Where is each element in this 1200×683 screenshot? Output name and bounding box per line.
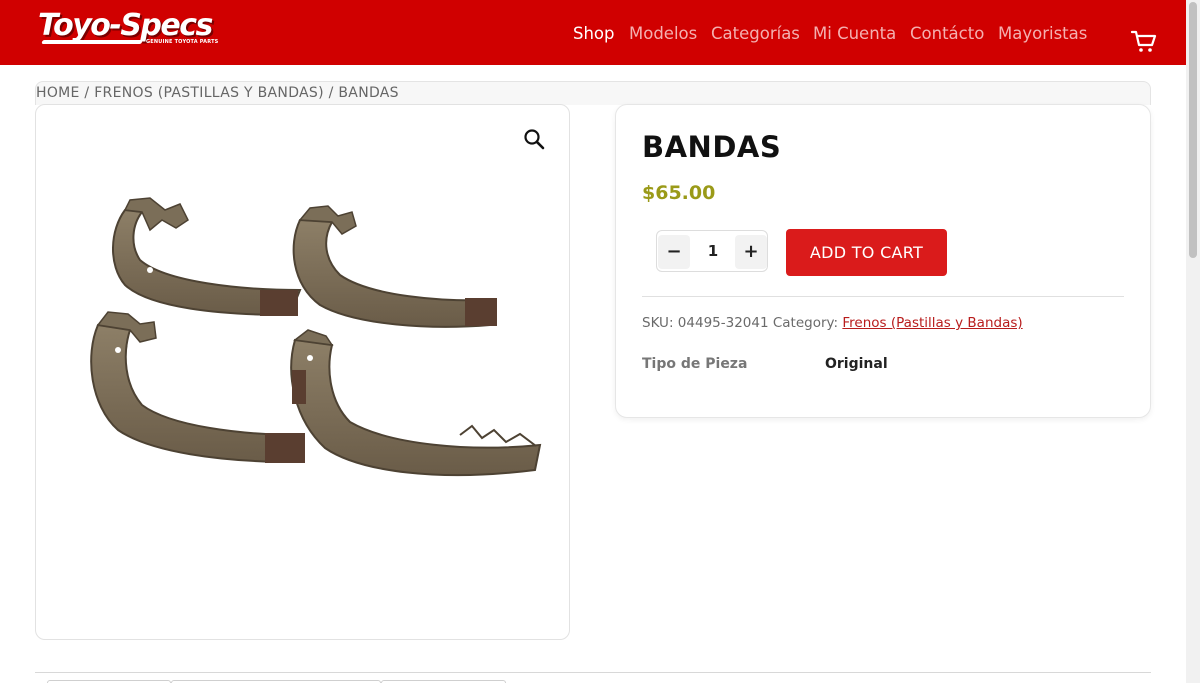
breadcrumb-current: BANDAS: [338, 85, 399, 101]
nav-item-modelos[interactable]: Modelos: [629, 24, 697, 43]
breadcrumb: HOME / FRENOS (PASTILLAS Y BANDAS) / BAN…: [36, 85, 399, 101]
summary-divider: [642, 296, 1124, 297]
quantity-increase-button[interactable]: +: [735, 235, 767, 269]
brake-shoe: [292, 205, 497, 328]
breadcrumb-separator: /: [323, 85, 339, 101]
breadcrumb-category[interactable]: FRENOS (PASTILLAS Y BANDAS): [94, 85, 324, 101]
quantity-stepper: − +: [656, 230, 768, 272]
brake-shoe: [112, 197, 302, 317]
page-scrollbar[interactable]: [1186, 0, 1200, 683]
brake-shoe: [290, 329, 542, 477]
logo-tagline: GENUINE TOYOTA PARTS: [146, 39, 219, 45]
breadcrumb-home[interactable]: HOME: [36, 85, 80, 101]
nav-item-shop[interactable]: Shop: [573, 24, 615, 43]
tabs-divider: [35, 672, 1151, 673]
site-header: Toyo-Specs GENUINE TOYOTA PARTS Shop Mod…: [0, 0, 1186, 65]
category-link[interactable]: Frenos (Pastillas y Bandas): [842, 315, 1022, 331]
logo-swoosh: [41, 40, 143, 44]
nav-item-mayoristas[interactable]: Mayoristas: [998, 24, 1087, 43]
nav-item-categorias[interactable]: Categorías: [711, 24, 800, 43]
nav-item-mi-cuenta[interactable]: Mi Cuenta: [813, 24, 896, 43]
quantity-input[interactable]: [691, 231, 735, 271]
logo-text: Toyo-Specs: [38, 8, 213, 43]
nav-item-contacto[interactable]: Contácto: [910, 24, 984, 43]
brake-shoes-image[interactable]: [70, 190, 550, 510]
magnifier-icon[interactable]: [523, 128, 545, 150]
product-meta: SKU: 04495-32041 Category: Frenos (Pasti…: [642, 315, 1023, 331]
add-to-cart-button[interactable]: ADD TO CART: [786, 229, 947, 276]
product-price: $65.00: [642, 182, 716, 204]
scrollbar-thumb[interactable]: [1189, 2, 1197, 258]
quantity-decrease-button[interactable]: −: [658, 235, 690, 269]
product-title: BANDAS: [642, 130, 782, 164]
sku-label: SKU:: [642, 315, 674, 331]
cart-icon[interactable]: [1131, 29, 1157, 53]
attribute-value: Original: [825, 356, 888, 372]
brake-shoe: [90, 311, 305, 464]
sku-value: 04495-32041: [677, 315, 769, 331]
category-label: Category:: [772, 315, 839, 331]
breadcrumb-separator: /: [79, 85, 95, 101]
site-logo[interactable]: Toyo-Specs GENUINE TOYOTA PARTS: [38, 8, 218, 50]
attribute-label: Tipo de Pieza: [642, 356, 748, 372]
